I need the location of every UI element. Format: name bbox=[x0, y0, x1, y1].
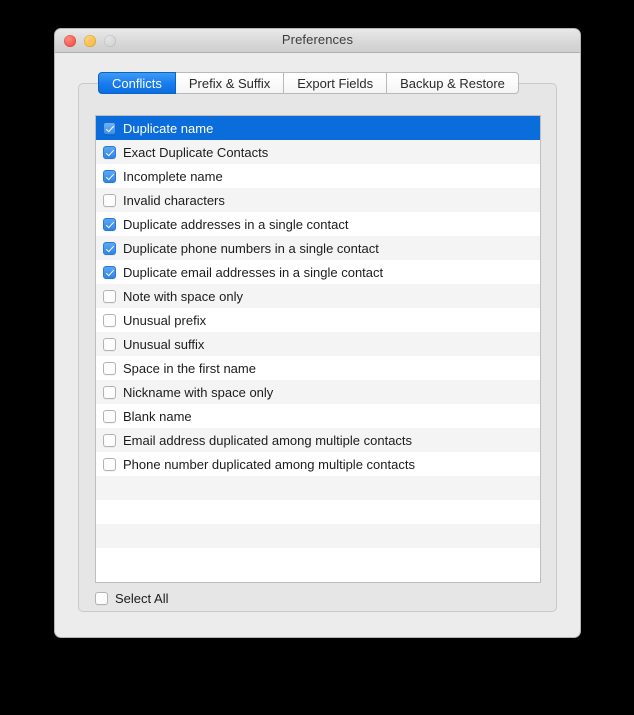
conflict-label: Duplicate phone numbers in a single cont… bbox=[123, 240, 379, 256]
conflict-checkbox[interactable] bbox=[103, 169, 116, 183]
window-titlebar[interactable]: Preferences bbox=[55, 29, 580, 53]
conflict-checkbox[interactable] bbox=[103, 121, 116, 135]
tab-bar: Conflicts Prefix & Suffix Export Fields Bac… bbox=[98, 72, 519, 94]
conflict-checkbox[interactable] bbox=[103, 337, 116, 351]
list-item[interactable]: Unusual suffix bbox=[96, 332, 540, 356]
conflict-checkbox[interactable] bbox=[103, 313, 116, 327]
list-empty-row bbox=[96, 548, 540, 572]
conflict-label: Email address duplicated among multiple … bbox=[123, 432, 413, 448]
conflict-checkbox[interactable] bbox=[103, 289, 116, 303]
list-item[interactable]: Duplicate name bbox=[96, 116, 540, 140]
list-item[interactable]: Duplicate phone numbers in a single cont… bbox=[96, 236, 540, 260]
list-item[interactable]: Exact Duplicate Contacts bbox=[96, 140, 540, 164]
conflict-label: Duplicate addresses in a single contact bbox=[123, 216, 349, 232]
tab-prefix-suffix[interactable]: Prefix & Suffix bbox=[175, 72, 285, 94]
list-item[interactable]: Note with space only bbox=[96, 284, 540, 308]
conflicts-list[interactable]: Duplicate name Exact Duplicate Contacts In… bbox=[95, 115, 541, 583]
tab-conflicts[interactable]: Conflicts bbox=[98, 72, 176, 94]
list-item[interactable]: Incomplete name bbox=[96, 164, 540, 188]
conflict-label: Duplicate name bbox=[123, 120, 214, 136]
conflict-label: Note with space only bbox=[123, 288, 243, 304]
list-empty-row bbox=[96, 524, 540, 548]
list-empty-row bbox=[96, 500, 540, 524]
conflict-label: Duplicate email addresses in a single co… bbox=[123, 264, 384, 280]
conflict-checkbox[interactable] bbox=[103, 361, 116, 375]
list-item[interactable]: Invalid characters bbox=[96, 188, 540, 212]
select-all-checkbox[interactable] bbox=[95, 592, 108, 605]
tab-export-fields[interactable]: Export Fields bbox=[284, 72, 388, 94]
conflict-label: Unusual suffix bbox=[123, 336, 205, 352]
preferences-window: Preferences Conflicts Prefix & Suffix Expo… bbox=[55, 29, 580, 637]
list-item[interactable]: Nickname with space only bbox=[96, 380, 540, 404]
conflict-label: Unusual prefix bbox=[123, 312, 207, 328]
conflict-label: Blank name bbox=[123, 408, 192, 424]
list-item[interactable]: Email address duplicated among multiple … bbox=[96, 428, 540, 452]
conflict-label: Nickname with space only bbox=[123, 384, 274, 400]
list-item[interactable]: Space in the first name bbox=[96, 356, 540, 380]
select-all-row[interactable]: Select All bbox=[95, 592, 168, 605]
conflict-checkbox[interactable] bbox=[103, 433, 116, 447]
conflict-label: Exact Duplicate Contacts bbox=[123, 144, 269, 160]
conflict-label: Space in the first name bbox=[123, 360, 256, 376]
conflict-checkbox[interactable] bbox=[103, 193, 116, 207]
conflict-checkbox[interactable] bbox=[103, 265, 116, 279]
list-item[interactable]: Duplicate addresses in a single contact bbox=[96, 212, 540, 236]
conflict-checkbox[interactable] bbox=[103, 241, 116, 255]
list-item[interactable]: Duplicate email addresses in a single co… bbox=[96, 260, 540, 284]
conflict-checkbox[interactable] bbox=[103, 409, 116, 423]
conflict-checkbox[interactable] bbox=[103, 145, 116, 159]
conflict-checkbox[interactable] bbox=[103, 385, 116, 399]
list-empty-row bbox=[96, 476, 540, 500]
select-all-label: Select All bbox=[115, 591, 169, 606]
list-item[interactable]: Unusual prefix bbox=[96, 308, 540, 332]
list-item[interactable]: Phone number duplicated among multiple c… bbox=[96, 452, 540, 476]
tab-backup-restore[interactable]: Backup & Restore bbox=[387, 72, 519, 94]
conflict-checkbox[interactable] bbox=[103, 457, 116, 471]
conflict-label: Phone number duplicated among multiple c… bbox=[123, 456, 415, 472]
window-title: Preferences bbox=[281, 32, 354, 47]
conflict-label: Invalid characters bbox=[123, 192, 225, 208]
conflict-label: Incomplete name bbox=[123, 168, 223, 184]
list-item[interactable]: Blank name bbox=[96, 404, 540, 428]
conflict-checkbox[interactable] bbox=[103, 217, 116, 231]
